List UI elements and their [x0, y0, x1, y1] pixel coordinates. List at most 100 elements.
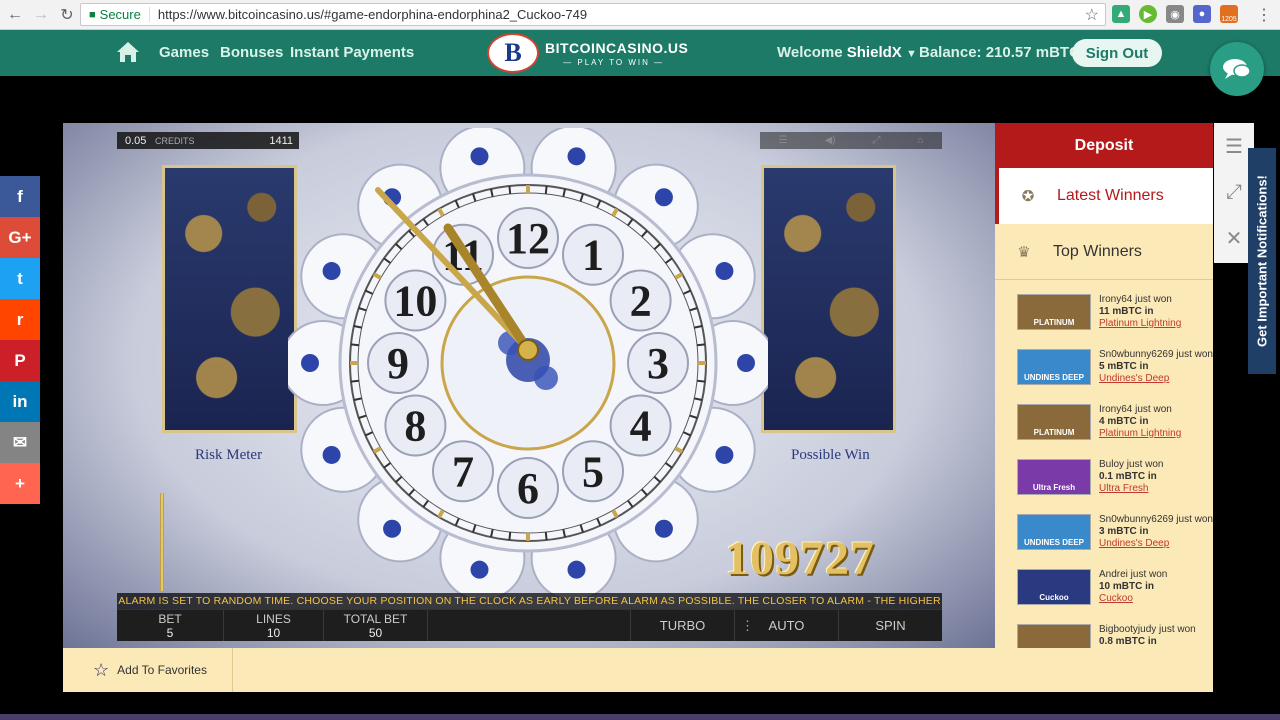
possible-win-label: Possible Win [791, 447, 870, 463]
auto-settings-icon[interactable]: ⋮ [741, 618, 754, 634]
browser-menu-icon[interactable]: ⋮ [1256, 5, 1272, 25]
clock-number-button[interactable]: 3 [627, 332, 689, 394]
auto-button[interactable]: ⋮ AUTO [734, 610, 838, 641]
extension-play-icon[interactable]: ▶ [1139, 5, 1157, 23]
reload-icon[interactable]: ↻ [56, 4, 78, 26]
clock-tick [696, 379, 706, 383]
url-text[interactable]: https://www.bitcoincasino.us/#game-endor… [158, 7, 587, 22]
more-icon[interactable]: + [0, 463, 40, 504]
clock-number-button[interactable]: 9 [367, 332, 429, 394]
lock-icon: ■ [89, 8, 96, 21]
game-thumbnail[interactable]: PLATINUM [1017, 624, 1091, 648]
winner-amount: 11 mBTC in [1099, 306, 1154, 317]
extension-camera-icon[interactable]: ◉ [1166, 5, 1184, 23]
turbo-button[interactable]: TURBO [630, 610, 734, 641]
sign-out-button[interactable]: Sign Out [1072, 39, 1162, 67]
winner-game-link[interactable]: Cuckoo [1099, 593, 1167, 605]
facebook-icon[interactable]: f [0, 176, 40, 217]
winner-item: Ultra Fresh Buloy just won 0.1 mBTC in Ultr… [1017, 459, 1213, 500]
site-logo[interactable]: B BITCOINCASINO.US — PLAY TO WIN — [487, 32, 688, 74]
lines-value: 10 [266, 625, 281, 640]
game-toolbar: ☰ ◀) ⤢ ⌂ [760, 132, 942, 149]
clock-number-button[interactable]: 7 [432, 440, 494, 503]
nav-instant-payments[interactable]: Instant Payments [290, 44, 414, 61]
user-menu[interactable]: Welcome ShieldX ▼ [777, 44, 917, 61]
clock-number-label: 5 [582, 447, 604, 496]
clock-number-button[interactable]: 12 [497, 207, 559, 269]
pinterest-icon[interactable]: P [0, 340, 40, 381]
plate-flower [567, 560, 586, 579]
winner-game-link[interactable]: Undines's Deep [1099, 373, 1213, 385]
clock-tick [544, 531, 548, 541]
game-thumbnail[interactable]: Cuckoo [1017, 569, 1091, 605]
lines-control[interactable]: LINES 10 [224, 610, 324, 641]
bet-label: BET [158, 611, 182, 626]
fullscreen-icon[interactable]: ⤢ [872, 135, 880, 146]
plate-flower [715, 262, 734, 281]
denomination-value[interactable]: 0.05 [117, 135, 147, 147]
reddit-icon[interactable]: r [0, 299, 40, 340]
plate-flower [470, 560, 489, 579]
game-thumbnail[interactable]: PLATINUM [1017, 294, 1091, 330]
extension-chart-icon[interactable]: ▲ [1112, 5, 1130, 23]
email-icon[interactable]: ✉ [0, 422, 40, 463]
clock-number-button[interactable]: 6 [497, 457, 559, 519]
spin-button[interactable]: SPIN [838, 610, 942, 641]
winner-game-link[interactable]: Platinum Lightning [1099, 318, 1181, 330]
nav-games[interactable]: Games [159, 44, 209, 61]
clock-number-label: 1 [582, 231, 604, 280]
forward-icon[interactable]: → [30, 4, 52, 26]
linkedin-icon[interactable]: in [0, 381, 40, 422]
medal-icon: ✪ [1021, 188, 1035, 205]
credits-label: CREDITS [155, 135, 195, 146]
home-icon[interactable] [115, 40, 141, 64]
favorites-bar: ☆ Add To Favorites [63, 648, 1213, 692]
tab-top-winners[interactable]: ♛ Top Winners [995, 224, 1213, 280]
winner-game-link[interactable]: Ultra Fresh [1099, 483, 1163, 495]
menu-icon[interactable]: ☰ [778, 135, 787, 146]
clock-number-button[interactable]: 8 [384, 394, 447, 457]
deposit-button[interactable]: Deposit [995, 123, 1213, 168]
winner-user: Sn0wbunny6269 just won [1099, 349, 1213, 360]
extension-globe-icon[interactable]: ● [1193, 5, 1211, 23]
plate-flower [301, 354, 319, 372]
nav-bonuses[interactable]: Bonuses [220, 44, 283, 61]
chat-icon[interactable] [1210, 42, 1264, 96]
twitter-icon[interactable]: t [0, 258, 40, 299]
winners-list: PLATINUM Irony64 just won 11 mBTC in Platin… [995, 294, 1213, 648]
plate-flower [737, 354, 755, 372]
chevron-down-icon: ▼ [905, 48, 917, 60]
game-thumbnail[interactable]: UNDINES DEEP [1017, 514, 1091, 550]
bet-control[interactable]: BET 5 [117, 610, 224, 641]
home-game-icon[interactable]: ⌂ [917, 135, 923, 146]
winner-item: UNDINES DEEP Sn0wbunny6269 just won 5 mBTC… [1017, 349, 1213, 390]
plate-flower [654, 519, 673, 538]
game-canvas[interactable]: 0.05 CREDITS 1411 ☰ ◀) ⤢ ⌂ Risk Meter Po… [63, 123, 995, 648]
clock-number-button[interactable]: 10 [384, 269, 447, 332]
notifications-tab[interactable]: Get Important Notifications! [1248, 148, 1276, 374]
winner-game-link[interactable]: Platinum Lightning [1099, 428, 1181, 440]
extension-badge-icon[interactable]: 1205 [1220, 5, 1238, 23]
game-thumbnail[interactable]: UNDINES DEEP [1017, 349, 1091, 385]
plate-flower [470, 147, 489, 166]
winner-game-link[interactable]: Undines's Deep [1099, 538, 1213, 550]
game-thumbnail[interactable]: PLATINUM [1017, 404, 1091, 440]
clock-number-button[interactable]: 4 [609, 394, 672, 457]
add-to-favorites-button[interactable]: ☆ Add To Favorites [63, 648, 233, 692]
tab-latest-winners[interactable]: ✪ Latest Winners [995, 168, 1213, 224]
total-bet-label: TOTAL BET [343, 611, 408, 626]
clock-face[interactable]: 121234567891011 [280, 125, 776, 601]
game-thumbnail[interactable]: Ultra Fresh [1017, 459, 1091, 495]
google-plus-icon[interactable]: G+ [0, 217, 40, 258]
username: ShieldX [846, 44, 902, 61]
sound-icon[interactable]: ◀) [824, 135, 835, 146]
trophy-icon: ♛ [1017, 243, 1031, 261]
back-icon[interactable]: ← [4, 4, 26, 26]
cuckoo-clock[interactable]: 121234567891011 [280, 125, 776, 601]
clock-number-button[interactable]: 1 [562, 223, 624, 286]
clock-number-button[interactable]: 5 [562, 440, 624, 503]
bookmark-star-icon[interactable]: ☆ [1085, 5, 1099, 25]
plate-flower [654, 188, 673, 207]
address-bar[interactable]: ■ Secure https://www.bitcoincasino.us/#g… [80, 3, 1106, 26]
clock-number-button[interactable]: 2 [609, 269, 672, 332]
